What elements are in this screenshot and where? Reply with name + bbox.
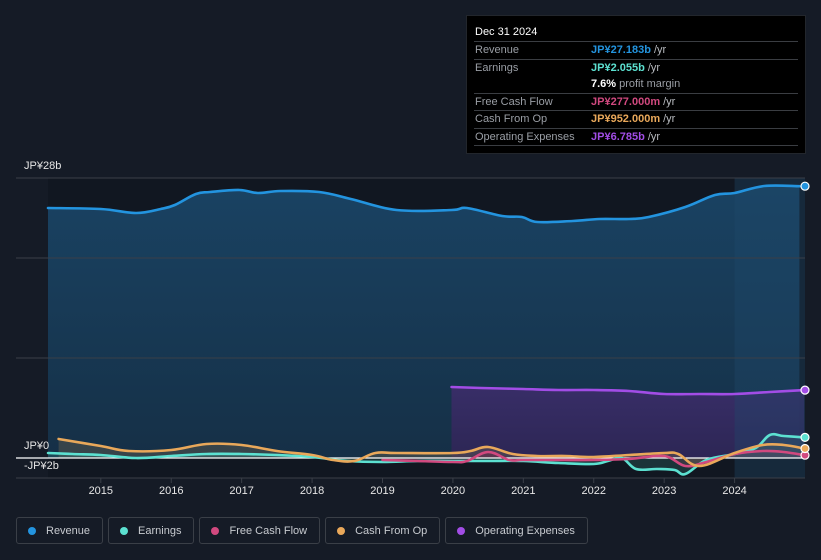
endpoint-operating-expenses [800,385,810,395]
tooltip-row-cfo: Cash From Op JP¥952.000m /yr [474,111,798,129]
tooltip-unit: profit margin [619,78,681,90]
x-tick-label: 2016 [158,485,184,497]
tooltip: Dec 31 2024 Revenue JP¥27.183b /yr Earni… [466,15,806,154]
tooltip-value: 7.6% [591,78,617,90]
tooltip-value: JP¥27.183b [591,44,651,56]
y-label-zero: JP¥0 [24,440,50,452]
legend-label: Revenue [46,524,91,537]
legend-item-revenue[interactable]: Revenue [16,517,104,544]
tooltip-row-earnings: Earnings JP¥2.055b /yr [474,60,798,77]
tooltip-value: JP¥277.000m [591,95,661,108]
tooltip-label: Operating Expenses [475,130,575,143]
legend-label: Cash From Op [355,524,428,537]
legend-dot-icon [211,526,220,535]
legend-label: Earnings [138,524,182,537]
legend: Revenue Earnings Free Cash Flow Cash Fro… [16,517,588,544]
tooltip-value: JP¥6.785b [591,130,645,143]
legend-dot-icon [337,526,346,535]
y-label-bottom: -JP¥2b [24,460,59,472]
tooltip-unit: /yr [663,113,676,125]
legend-item-earnings[interactable]: Earnings [108,517,195,544]
tooltip-row-profit-margin: 7.6% profit margin [474,76,798,94]
x-tick-label: 2017 [229,485,254,497]
tooltip-label [474,76,591,93]
x-tick-label: 2022 [581,485,606,497]
legend-label: Operating Expenses [475,524,575,537]
legend-dot-icon [457,526,466,535]
x-tick-label: 2018 [299,485,325,497]
endpoint-earnings [800,432,810,442]
x-tick-label: 2024 [722,485,747,497]
x-tick-label: 2020 [440,485,466,497]
tooltip-label: Cash From Op [475,113,548,125]
x-tick-label: 2023 [651,485,677,497]
x-tick-label: 2021 [511,485,536,497]
tooltip-row-opex: Operating Expenses JP¥6.785b /yr [474,129,798,146]
tooltip-unit: /yr [647,61,661,74]
tooltip-row-fcf: Free Cash Flow JP¥277.000m /yr [474,94,798,111]
tooltip-date: Dec 31 2024 [474,24,798,42]
tooltip-value: JP¥952.000m [591,113,661,125]
y-label-top: JP¥28b [24,160,62,172]
tooltip-unit: /yr [663,95,676,108]
legend-item-free-cash-flow[interactable]: Free Cash Flow [199,517,321,544]
legend-item-operating-expenses[interactable]: Operating Expenses [445,517,588,544]
tooltip-unit: /yr [653,44,667,56]
tooltip-row-revenue: Revenue JP¥27.183b /yr [474,42,798,60]
legend-dot-icon [28,526,36,535]
legend-dot-icon [120,526,129,535]
endpoint-cash-from-op [800,443,810,454]
tooltip-label: Free Cash Flow [475,95,553,108]
endpoint-revenue [800,181,810,191]
tooltip-value: JP¥2.055b [591,61,645,74]
x-tick-label: 2019 [370,485,395,497]
tooltip-label: Earnings [475,61,519,74]
legend-label: Free Cash Flow [229,524,308,537]
tooltip-unit: /yr [647,130,661,143]
tooltip-label: Revenue [475,44,520,56]
forecast-shade [734,178,805,478]
legend-item-cash-from-op[interactable]: Cash From Op [325,517,441,544]
x-tick-label: 2015 [88,485,114,497]
